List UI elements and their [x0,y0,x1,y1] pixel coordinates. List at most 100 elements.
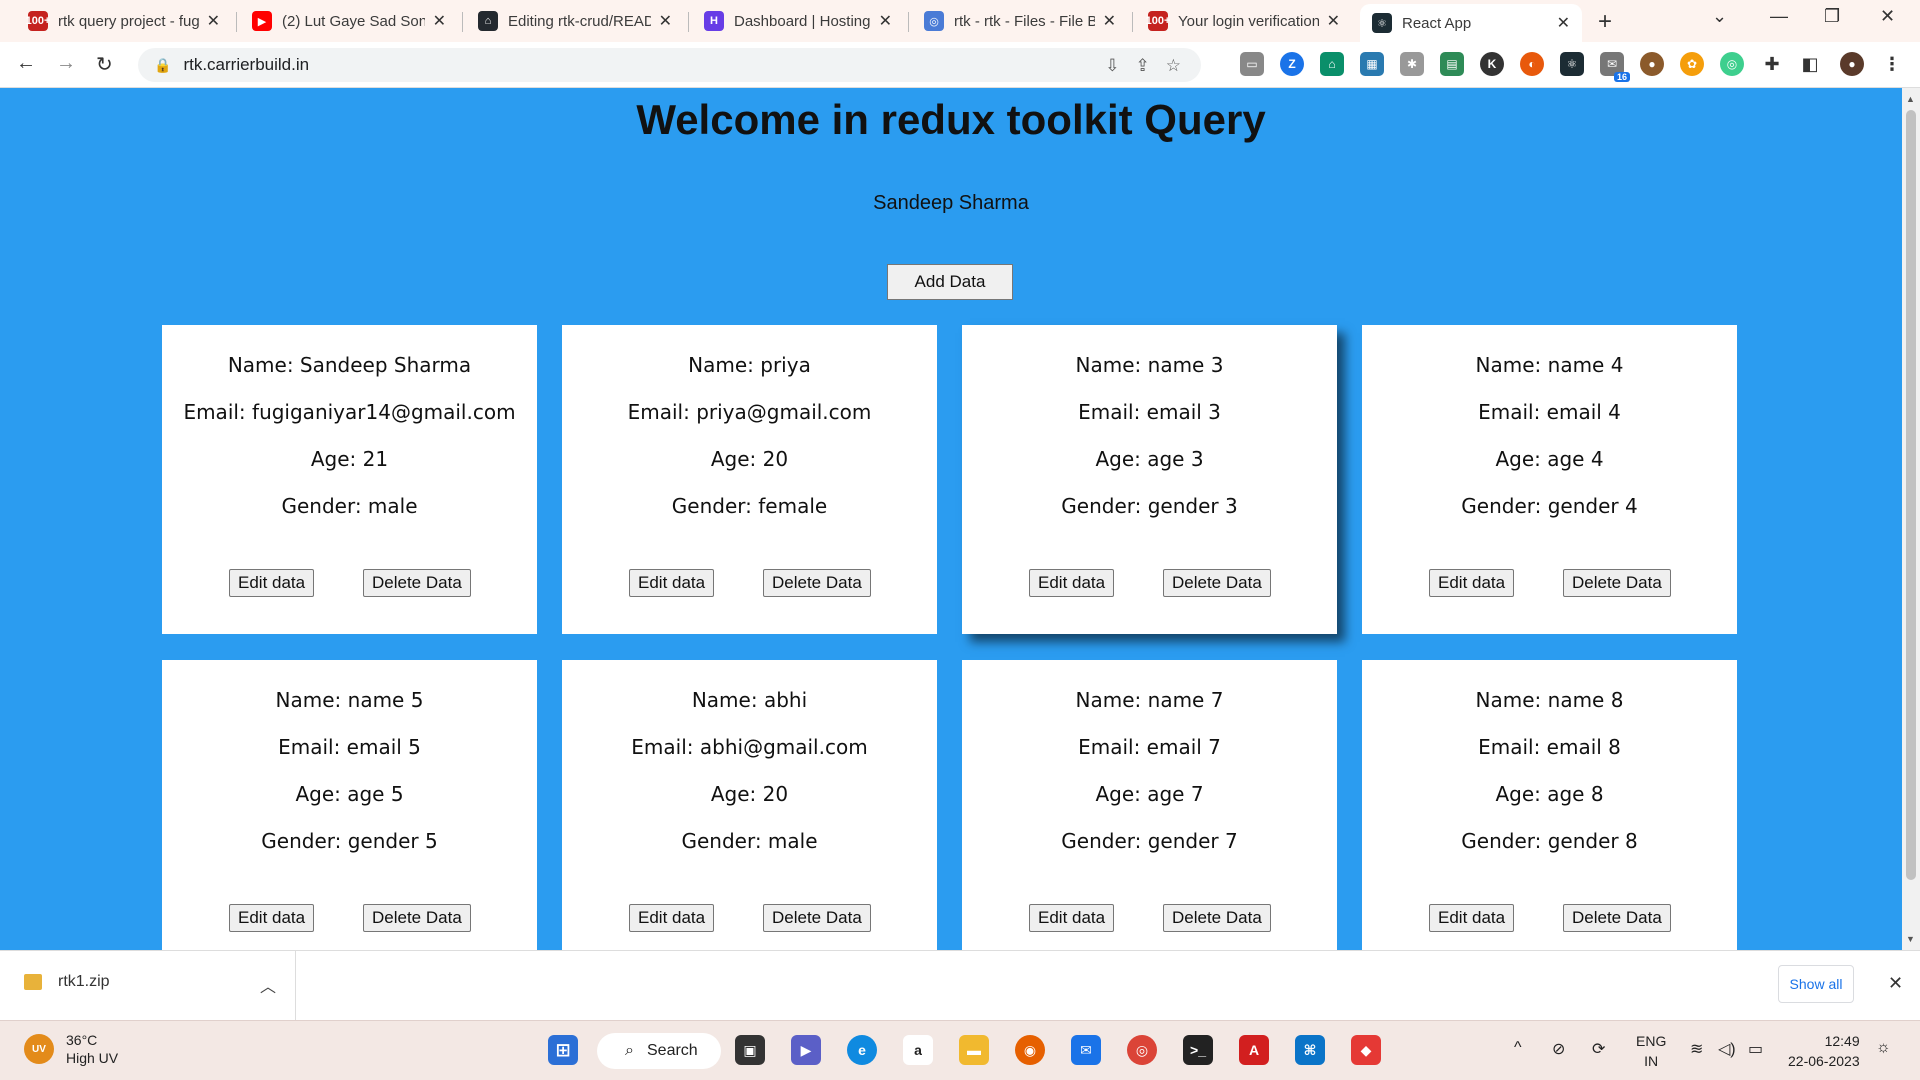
edit-data-button[interactable]: Edit data [629,569,715,597]
system-clock[interactable]: 12:49 22-06-2023 [1788,1031,1860,1071]
edit-data-button[interactable]: Edit data [1429,569,1515,597]
back-icon[interactable]: ← [16,52,36,75]
orange-extension-icon[interactable]: ✿ [1680,52,1704,76]
extensions-puzzle-icon[interactable]: ✚ [1760,52,1784,76]
close-window-icon[interactable]: ✕ [1880,6,1895,27]
card-gender: Gender: female [671,494,828,518]
tab-close-icon[interactable]: ✕ [1557,13,1570,33]
weather-widget[interactable]: UV 36°C High UV [24,1031,118,1067]
chrome-icon[interactable]: ◎ [1127,1035,1157,1065]
vscode-icon[interactable]: ⌘ [1295,1035,1325,1065]
amazon-icon[interactable]: a [903,1035,933,1065]
card-name: Name: name 8 [1475,688,1624,712]
download-item[interactable]: rtk1.zip [24,973,110,991]
edit-data-button[interactable]: Edit data [1029,569,1115,597]
network-off-icon[interactable]: ⊘ [1552,1039,1565,1059]
minimize-icon[interactable]: — [1770,6,1788,27]
close-icon[interactable]: ✕ [1888,973,1903,994]
terminal-icon[interactable]: >_ [1183,1035,1213,1065]
file-explorer-icon[interactable]: ▬ [959,1035,989,1065]
anydesk-icon[interactable]: ◆ [1351,1035,1381,1065]
react-devtools-icon[interactable]: ⚛ [1560,52,1584,76]
delete-data-button[interactable]: Delete Data [1563,904,1671,932]
tab-close-icon[interactable]: ✕ [207,11,220,31]
delete-data-button[interactable]: Delete Data [363,904,471,932]
show-all-button[interactable]: Show all [1778,965,1854,1003]
task-view-icon[interactable]: ▣ [735,1035,765,1065]
windows-start-icon[interactable]: ⊞ [548,1035,578,1065]
wifi-icon[interactable]: ≋ [1690,1039,1703,1059]
scroll-down-icon[interactable]: ▼ [1906,934,1915,944]
cookie-extension-icon[interactable]: ● [1640,52,1664,76]
card-gender: Gender: male [681,829,818,853]
delete-data-button[interactable]: Delete Data [363,569,471,597]
edge-icon[interactable]: e [847,1035,877,1065]
bug-extension-icon[interactable]: ✱ [1400,52,1424,76]
delete-data-button[interactable]: Delete Data [1163,569,1271,597]
edit-data-button[interactable]: Edit data [1429,904,1515,932]
browser-tab[interactable]: ⌂ Editing rtk-crud/READ ✕ [466,4,684,38]
download-bar: rtk1.zip ︿ Show all ✕ [0,950,1920,1021]
add-data-button[interactable]: Add Data [887,264,1013,300]
browser-tab[interactable]: ⚛ React App ✕ [1360,4,1582,42]
teams-icon[interactable]: ▶ [791,1035,821,1065]
grid-extension-icon[interactable]: ▤ [1440,52,1464,76]
zoom-extension-icon[interactable]: Z [1280,52,1304,76]
address-bar[interactable]: 🔒 rtk.carrierbuild.in ⇩ ⇪ ☆ [138,48,1201,82]
browser-tab[interactable]: H Dashboard | Hostinge ✕ [692,4,904,38]
sync-icon[interactable]: ⟳ [1592,1039,1605,1059]
browser-tab[interactable]: 100+ rtk query project - fug ✕ [16,4,232,38]
bookmark-star-icon[interactable]: ☆ [1166,56,1181,76]
taskbar-search[interactable]: ⌕ Search [597,1033,721,1069]
edit-data-button[interactable]: Edit data [629,904,715,932]
menu-kebab-icon[interactable]: ⋮ [1880,52,1904,76]
firefox-icon[interactable]: ◉ [1015,1035,1045,1065]
page-scrollbar[interactable]: ▲ ▼ [1902,88,1920,950]
install-icon[interactable]: ⇩ [1105,56,1119,76]
tab-close-icon[interactable]: ✕ [659,11,672,31]
tab-separator [688,12,689,32]
mail-extension-icon[interactable]: ✉ 16 [1600,52,1630,82]
language-indicator[interactable]: ENG IN [1636,1031,1666,1071]
chevron-down-icon[interactable]: ⌄ [1712,6,1727,27]
browser-tab[interactable]: ▶ (2) Lut Gaye Sad Song ✕ [240,4,458,38]
tile-extension-icon[interactable]: ▦ [1360,52,1384,76]
share-icon[interactable]: ⇪ [1136,56,1150,76]
restore-icon[interactable]: ❐ [1824,6,1840,27]
cast-icon[interactable]: ▭ [1240,52,1264,76]
tray-chevron-icon[interactable]: ^ [1514,1039,1522,1057]
reload-icon[interactable]: ↻ [96,52,113,77]
tab-close-icon[interactable]: ✕ [1327,11,1340,31]
delete-data-button[interactable]: Delete Data [763,569,871,597]
delete-data-button[interactable]: Delete Data [1563,569,1671,597]
card-gender: Gender: gender 3 [1061,494,1238,518]
new-tab-icon[interactable]: + [1598,8,1612,36]
browser-tab[interactable]: ◎ rtk - rtk - Files - File B ✕ [912,4,1128,38]
user-name-subtitle: Sandeep Sharma [873,192,1029,214]
green-extension-icon[interactable]: ◎ [1720,52,1744,76]
chevron-up-icon[interactable]: ︿ [260,973,276,997]
flame-extension-icon[interactable]: ◐ [1520,52,1544,76]
volume-icon[interactable]: ◁) [1718,1039,1736,1059]
browser-tab[interactable]: 100+ Your login verification ✕ [1136,4,1352,38]
profile-avatar[interactable]: ● [1840,52,1864,76]
edit-data-button[interactable]: Edit data [229,904,315,932]
tab-close-icon[interactable]: ✕ [879,11,892,31]
sidepanel-icon[interactable]: ◧ [1798,52,1822,76]
card-gender: Gender: gender 5 [261,829,438,853]
notification-icon[interactable]: ☼ [1876,1039,1891,1057]
edit-data-button[interactable]: Edit data [1029,904,1115,932]
tab-close-icon[interactable]: ✕ [1103,11,1116,31]
delete-data-button[interactable]: Delete Data [1163,904,1271,932]
acrobat-icon[interactable]: A [1239,1035,1269,1065]
forward-icon[interactable]: → [56,52,76,75]
edit-data-button[interactable]: Edit data [229,569,315,597]
scrollbar-thumb[interactable] [1906,110,1916,880]
home-extension-icon[interactable]: ⌂ [1320,52,1344,76]
scroll-up-icon[interactable]: ▲ [1906,94,1915,104]
tab-close-icon[interactable]: ✕ [433,11,446,31]
mail-icon[interactable]: ✉ [1071,1035,1101,1065]
battery-icon[interactable]: ▭ [1748,1039,1763,1059]
k-extension-icon[interactable]: K [1480,52,1504,76]
delete-data-button[interactable]: Delete Data [763,904,871,932]
